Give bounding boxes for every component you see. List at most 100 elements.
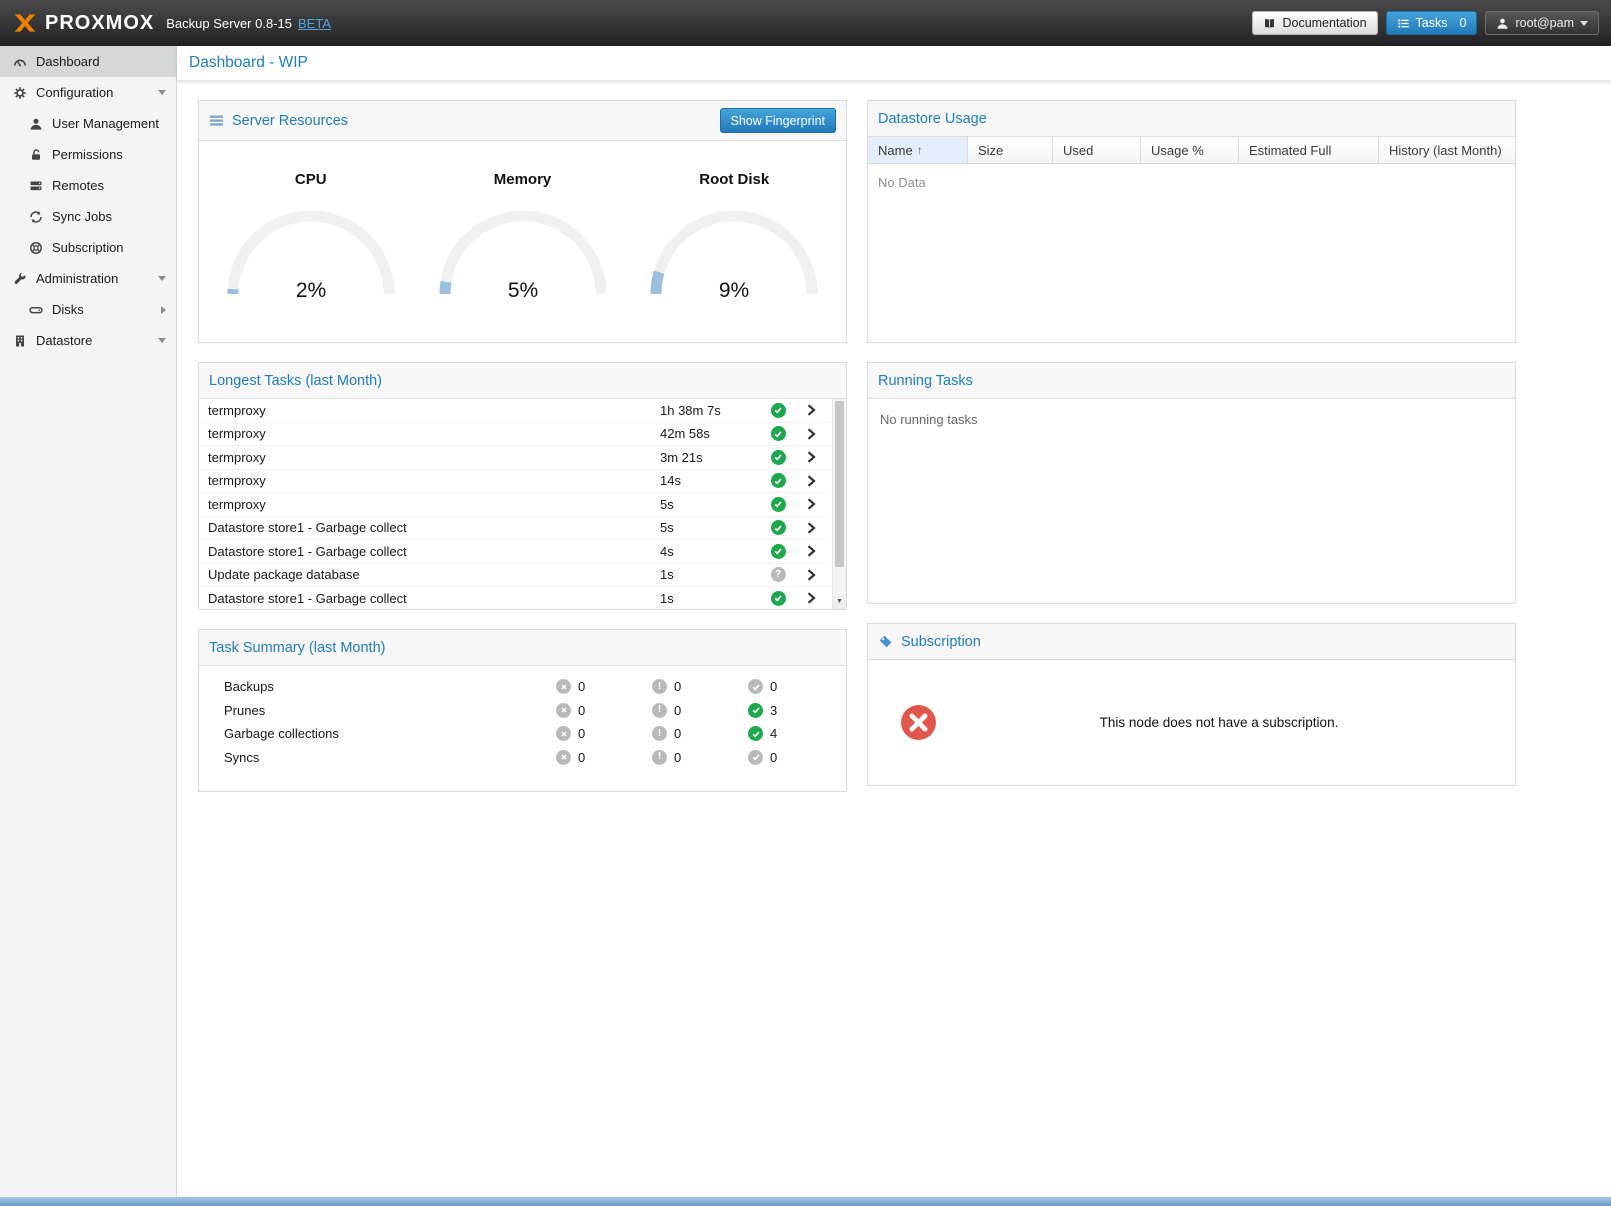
show-fingerprint-button[interactable]: Show Fingerprint: [720, 108, 837, 133]
column-header-history-last-month[interactable]: History (last Month): [1379, 137, 1515, 163]
summary-label: Syncs: [224, 750, 556, 765]
summary-row-prunes[interactable]: Prunes0!03: [199, 699, 846, 723]
documentation-button[interactable]: Documentation: [1252, 11, 1377, 35]
task-duration: 5s: [660, 520, 760, 535]
sidebar-item-remotes[interactable]: Remotes: [0, 170, 176, 201]
task-open-button[interactable]: [796, 451, 826, 463]
server-icon: [28, 179, 43, 193]
datastore-empty-text: No Data: [868, 164, 1515, 201]
task-duration: 1s: [660, 591, 760, 606]
task-status: [760, 450, 796, 465]
sidebar-item-label: Remotes: [52, 178, 104, 193]
bars-icon: [209, 113, 224, 128]
column-header-estimated-full[interactable]: Estimated Full: [1239, 137, 1379, 163]
scrollbar-thumb[interactable]: [835, 401, 844, 567]
check-circle-icon: [748, 726, 763, 741]
task-duration: 5s: [660, 497, 760, 512]
error-circle-icon: [556, 750, 571, 765]
longest-tasks-list: termproxy1h 38m 7stermproxy42m 58stermpr…: [199, 399, 831, 609]
column-header-used[interactable]: Used: [1053, 137, 1141, 163]
subscription-panel: Subscription This node does not have a s…: [867, 623, 1516, 786]
sidebar-item-label: Configuration: [36, 85, 113, 100]
task-row[interactable]: Update package database1s?: [199, 564, 831, 588]
chevron-right-icon: [807, 522, 816, 534]
main-content: Dashboard - WIP Server Resources Show Fi…: [177, 46, 1611, 1197]
check-circle-icon: [748, 703, 763, 718]
task-open-button[interactable]: [796, 404, 826, 416]
task-open-button[interactable]: [796, 475, 826, 487]
task-open-button[interactable]: [796, 569, 826, 581]
beta-link[interactable]: BETA: [298, 16, 331, 31]
sidebar-item-dashboard[interactable]: Dashboard: [0, 46, 176, 77]
longest-tasks-header: Longest Tasks (last Month): [199, 363, 846, 399]
chevron-down-icon: [1580, 21, 1588, 26]
error-circle-icon: [556, 726, 571, 741]
check-circle-icon: [771, 426, 786, 441]
chevron-right-icon: [807, 498, 816, 510]
warning-circle-icon: !: [652, 679, 667, 694]
tasks-button[interactable]: Tasks 0: [1386, 11, 1478, 35]
running-tasks-empty-text: No running tasks: [868, 399, 1515, 440]
task-open-button[interactable]: [796, 592, 826, 604]
task-open-button[interactable]: [796, 545, 826, 557]
sidebar-item-permissions[interactable]: Permissions: [0, 139, 176, 170]
gears-icon: [12, 86, 27, 100]
scrollbar-down-button[interactable]: ▼: [833, 594, 846, 609]
column-header-usage[interactable]: Usage %: [1141, 137, 1239, 163]
task-open-button[interactable]: [796, 522, 826, 534]
task-open-button[interactable]: [796, 428, 826, 440]
task-row[interactable]: termproxy42m 58s: [199, 423, 831, 447]
task-row[interactable]: termproxy14s: [199, 470, 831, 494]
sidebar-item-disks[interactable]: Disks: [0, 294, 176, 325]
check-circle-icon: [771, 497, 786, 512]
task-row[interactable]: termproxy1h 38m 7s: [199, 399, 831, 423]
task-name: Update package database: [208, 567, 660, 582]
warning-circle-icon: !: [652, 750, 667, 765]
gauge-root-disk: Root Disk9%: [634, 141, 834, 305]
task-status: [760, 520, 796, 535]
summary-row-backups[interactable]: Backups0!00: [199, 675, 846, 699]
svg-text:2%: 2%: [296, 279, 326, 302]
column-header-size[interactable]: Size: [968, 137, 1053, 163]
user-icon: [1496, 17, 1509, 30]
task-row[interactable]: termproxy3m 21s: [199, 446, 831, 470]
sidebar-item-label: Dashboard: [36, 54, 100, 69]
column-label: Usage %: [1151, 143, 1204, 158]
sidebar-item-user-management[interactable]: User Management: [0, 108, 176, 139]
tasks-count-badge: 0: [1460, 16, 1467, 30]
column-header-name[interactable]: Name↑: [868, 137, 968, 163]
app: PROXMOX Backup Server 0.8-15 BETA Docume…: [0, 0, 1611, 1206]
sidebar-item-sync-jobs[interactable]: Sync Jobs: [0, 201, 176, 232]
summary-cell: 0: [556, 726, 652, 741]
scrollbar[interactable]: ▼: [832, 399, 846, 609]
task-row[interactable]: termproxy5s: [199, 493, 831, 517]
summary-row-syncs[interactable]: Syncs0!00: [199, 746, 846, 770]
task-row[interactable]: Datastore store1 - Garbage collect1s: [199, 587, 831, 609]
summary-cell: 0: [556, 750, 652, 765]
panel-title: Subscription: [901, 634, 981, 650]
column-label: Used: [1063, 143, 1093, 158]
chevron-down-icon: [158, 276, 166, 281]
check-circle-icon: [771, 591, 786, 606]
sidebar-item-subscription[interactable]: Subscription: [0, 232, 176, 263]
summary-count: 3: [770, 703, 777, 718]
proxmox-logo: PROXMOX: [12, 10, 154, 36]
check-circle-icon: [771, 473, 786, 488]
summary-count: 0: [770, 679, 777, 694]
summary-count: 0: [674, 726, 681, 741]
task-row[interactable]: Datastore store1 - Garbage collect4s: [199, 540, 831, 564]
longest-tasks-panel: Longest Tasks (last Month) termproxy1h 3…: [198, 362, 847, 610]
sidebar-item-administration[interactable]: Administration: [0, 263, 176, 294]
task-open-button[interactable]: [796, 498, 826, 510]
datastore-usage-header: Datastore Usage: [868, 101, 1515, 137]
sidebar-item-configuration[interactable]: Configuration: [0, 77, 176, 108]
sync-icon: [28, 210, 43, 224]
summary-row-garbage-collections[interactable]: Garbage collections0!04: [199, 722, 846, 746]
summary-count: 0: [578, 679, 585, 694]
task-name: Datastore store1 - Garbage collect: [208, 591, 660, 606]
task-status: [760, 473, 796, 488]
sidebar-item-datastore[interactable]: Datastore: [0, 325, 176, 356]
panel-title: Task Summary (last Month): [209, 640, 385, 656]
task-row[interactable]: Datastore store1 - Garbage collect5s: [199, 517, 831, 541]
user-menu-button[interactable]: root@pam: [1485, 11, 1599, 35]
